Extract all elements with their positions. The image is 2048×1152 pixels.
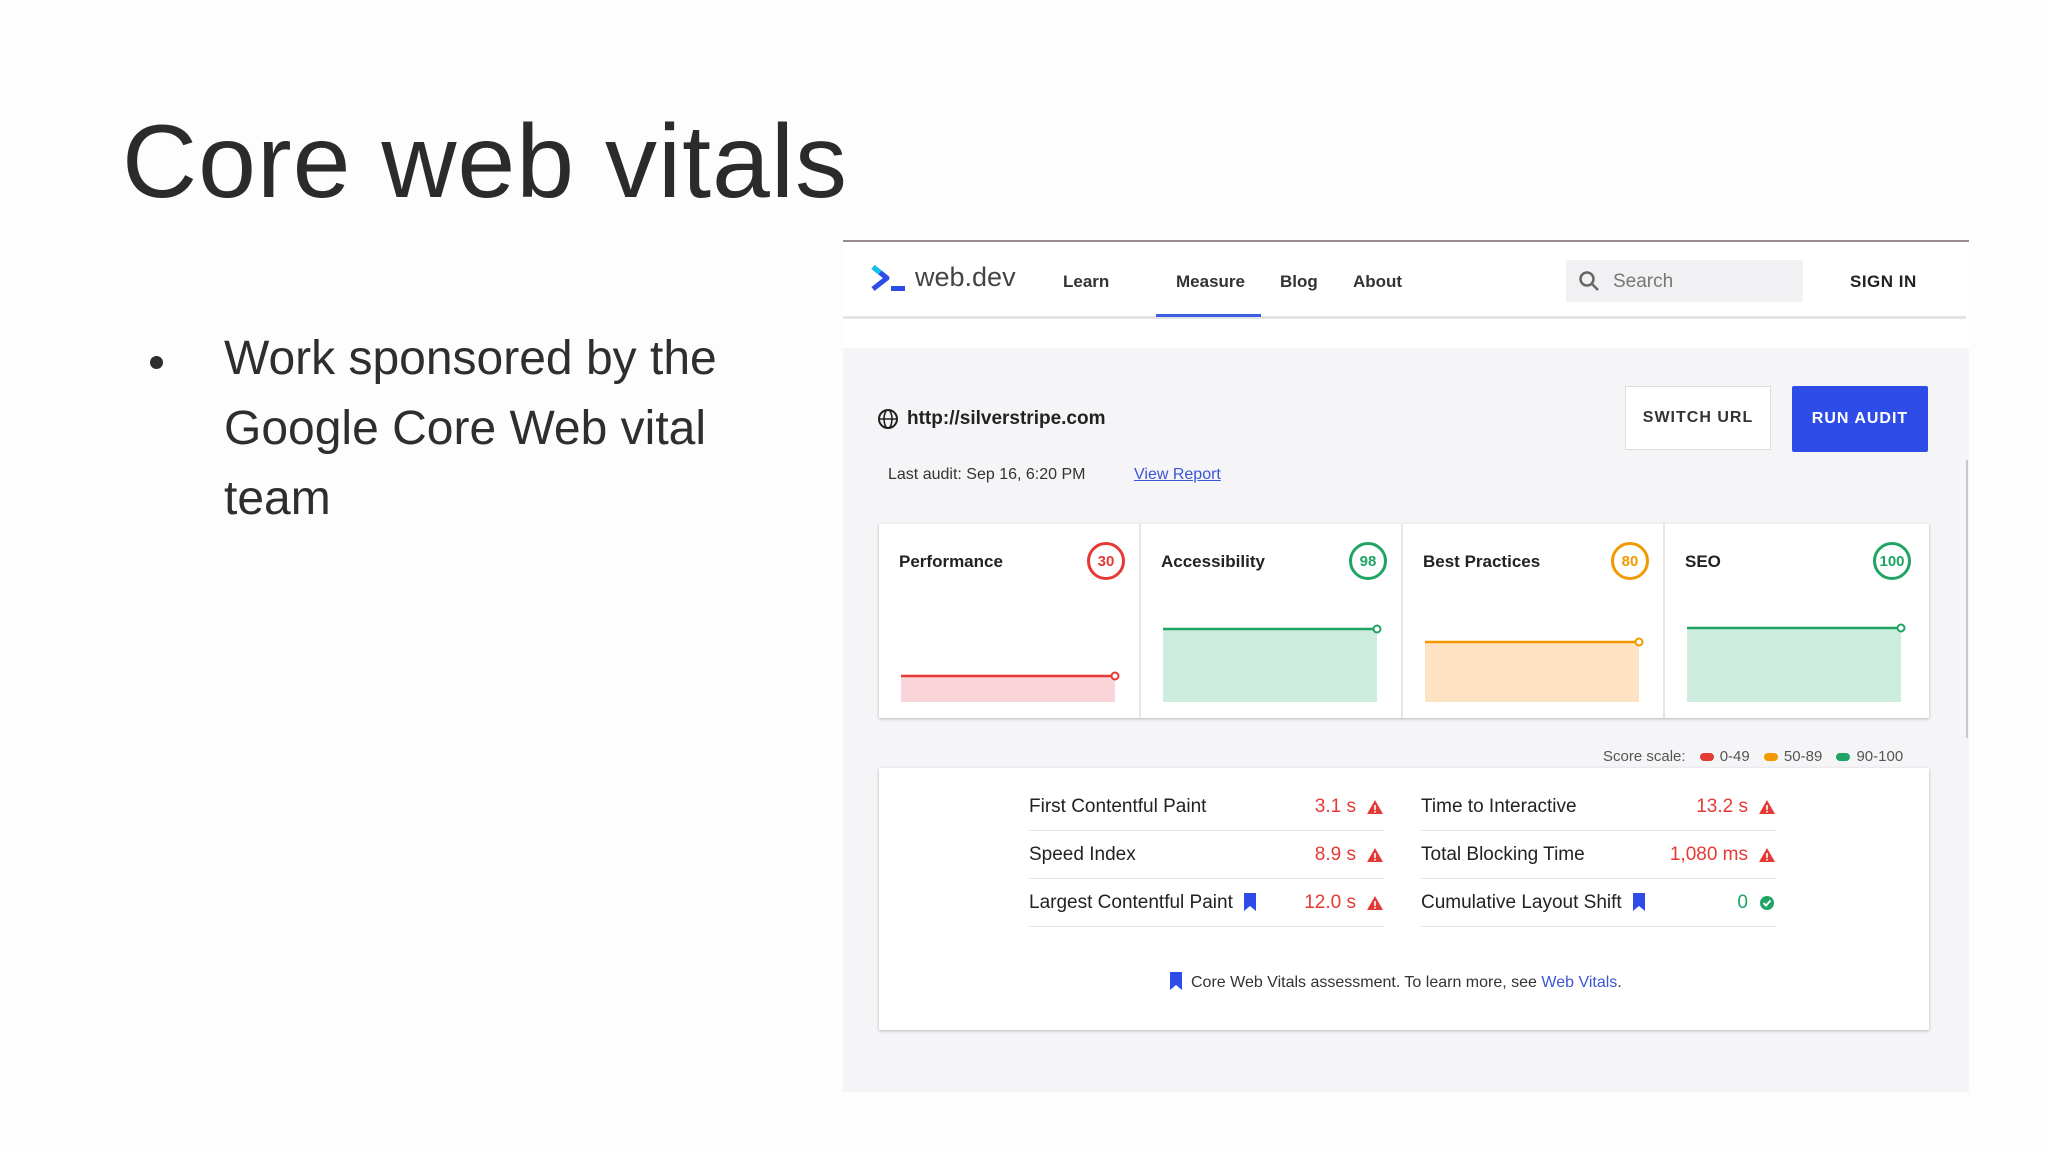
score-card-seo[interactable]: SEO 100 [1665,524,1927,718]
score-history-chart [901,671,1120,702]
metric-name: Speed Index [1029,844,1136,866]
score-gauge: 80 [1611,542,1649,580]
metric-value: 13.2 s [1696,796,1748,817]
score-scale: Score scale: 0-49 50-89 90-100 [1603,748,1903,765]
switch-url-button[interactable]: SWITCH URL [1625,386,1771,450]
metric-value: 8.9 s [1314,844,1356,865]
globe-icon [878,409,898,429]
score-card-performance[interactable]: Performance 30 [879,524,1141,718]
score-card-best-practices[interactable]: Best Practices 80 [1403,524,1665,718]
score-history-chart [1163,624,1382,702]
nav-link-measure[interactable]: Measure [1176,272,1245,292]
metric-value: 1,080 ms [1669,844,1748,865]
scale-range-mid: 50-89 [1783,748,1823,765]
score-card-accessibility[interactable]: Accessibility 98 [1141,524,1403,718]
score-card-label: Accessibility [1161,552,1265,571]
active-tab-indicator [1156,314,1261,317]
search-box[interactable]: Search [1566,260,1803,302]
score-history-point [1110,671,1120,681]
score-card-label: SEO [1685,552,1721,571]
score-scale-label: Score scale: [1603,748,1686,765]
scale-range-low: 0-49 [1719,748,1750,765]
metric-name: Cumulative Layout Shift [1421,892,1646,914]
score-gauge: 100 [1873,542,1911,580]
scale-pill-red [1699,752,1714,761]
nav-link-blog[interactable]: Blog [1280,272,1318,292]
scale-pill-green [1836,752,1851,761]
score-gauge: 30 [1087,542,1125,580]
core-web-vitals-footnote: Core Web Vitals assessment. To learn mor… [1169,972,1622,992]
web-vitals-link[interactable]: Web Vitals [1541,974,1617,991]
scale-range-high: 90-100 [1856,748,1904,765]
metric-row: First Contentful Paint 3.1 s [1029,784,1384,831]
run-audit-button[interactable]: RUN AUDIT [1792,386,1928,452]
metric-row: Cumulative Layout Shift 0 [1421,880,1776,927]
nav-link-learn[interactable]: Learn [1063,272,1109,292]
view-report-link[interactable]: View Report [1134,466,1221,484]
score-history-point [1634,637,1644,647]
search-placeholder: Search [1613,271,1674,292]
metric-name-text: First Contentful Paint [1029,796,1207,817]
warning-triangle-icon [1759,800,1775,814]
metric-name: First Contentful Paint [1029,796,1206,818]
metric-name: Largest Contentful Paint [1029,892,1257,914]
score-history-chart [1425,637,1644,702]
metric-row: Largest Contentful Paint 12.0 s [1029,880,1384,927]
top-nav: web.dev Learn Measure Blog About Search … [843,242,1966,319]
last-audit-text: Last audit: Sep 16, 6:20 PM [888,466,1086,483]
footnote-text: Core Web Vitals assessment. To learn mor… [1191,974,1537,991]
check-circle-icon [1760,896,1774,910]
warning-triangle-icon [1367,848,1383,862]
bullet-text: Work sponsored by the Google Core Web vi… [224,332,717,525]
metric-name-text: Largest Contentful Paint [1029,892,1233,913]
score-history-point [1372,624,1382,634]
logo-text[interactable]: web.dev [915,262,1016,293]
score-card-label: Best Practices [1423,552,1541,571]
metric-name: Total Blocking Time [1421,844,1585,866]
scrollbar[interactable] [1966,460,1968,738]
webdev-logo-icon[interactable] [871,264,907,294]
score-history-area [1163,629,1377,702]
warning-triangle-icon [1367,800,1383,814]
webdev-screenshot: web.dev Learn Measure Blog About Search … [843,240,1969,1092]
audited-url: http://silverstripe.com [907,408,1106,429]
score-card-label: Performance [899,552,1003,571]
metric-name-text: Speed Index [1029,844,1136,865]
sign-in-link[interactable]: SIGN IN [1850,272,1917,292]
score-history-area [901,676,1115,702]
metric-name-text: Total Blocking Time [1421,844,1585,865]
nav-link-about[interactable]: About [1353,272,1402,292]
slide-title: Core web vitals [122,104,848,220]
scale-pill-orange [1763,752,1778,761]
score-cards: Performance 30 Accessibility 98 Best Practic… [879,524,1929,718]
metric-value: 12.0 s [1304,892,1356,913]
metric-name: Time to Interactive [1421,796,1577,818]
score-gauge: 98 [1349,542,1387,580]
search-icon [1579,271,1599,291]
score-history-area [1687,628,1901,702]
score-history-point [1896,623,1906,633]
bullet-list: Work sponsored by the Google Core Web vi… [150,324,790,534]
warning-triangle-icon [1759,848,1775,862]
bookmark-icon [1170,972,1182,990]
bookmark-icon [1243,893,1256,911]
bullet-dot [150,356,163,369]
measure-panel: http://silverstripe.com Last audit: Sep … [843,348,1969,1092]
metric-row: Total Blocking Time 1,080 ms [1421,832,1776,879]
metric-name-text: Cumulative Layout Shift [1421,892,1622,913]
metrics-card: Core Web Vitals assessment. To learn mor… [879,768,1929,1030]
score-history-area [1425,642,1639,702]
metric-value: 3.1 s [1314,796,1356,817]
metric-value: 0 [1737,892,1748,913]
metric-name-text: Time to Interactive [1421,796,1577,817]
bookmark-icon [1632,893,1645,911]
warning-triangle-icon [1367,896,1383,910]
score-history-chart [1687,623,1906,702]
metric-row: Time to Interactive 13.2 s [1421,784,1776,831]
metric-row: Speed Index 8.9 s [1029,832,1384,879]
